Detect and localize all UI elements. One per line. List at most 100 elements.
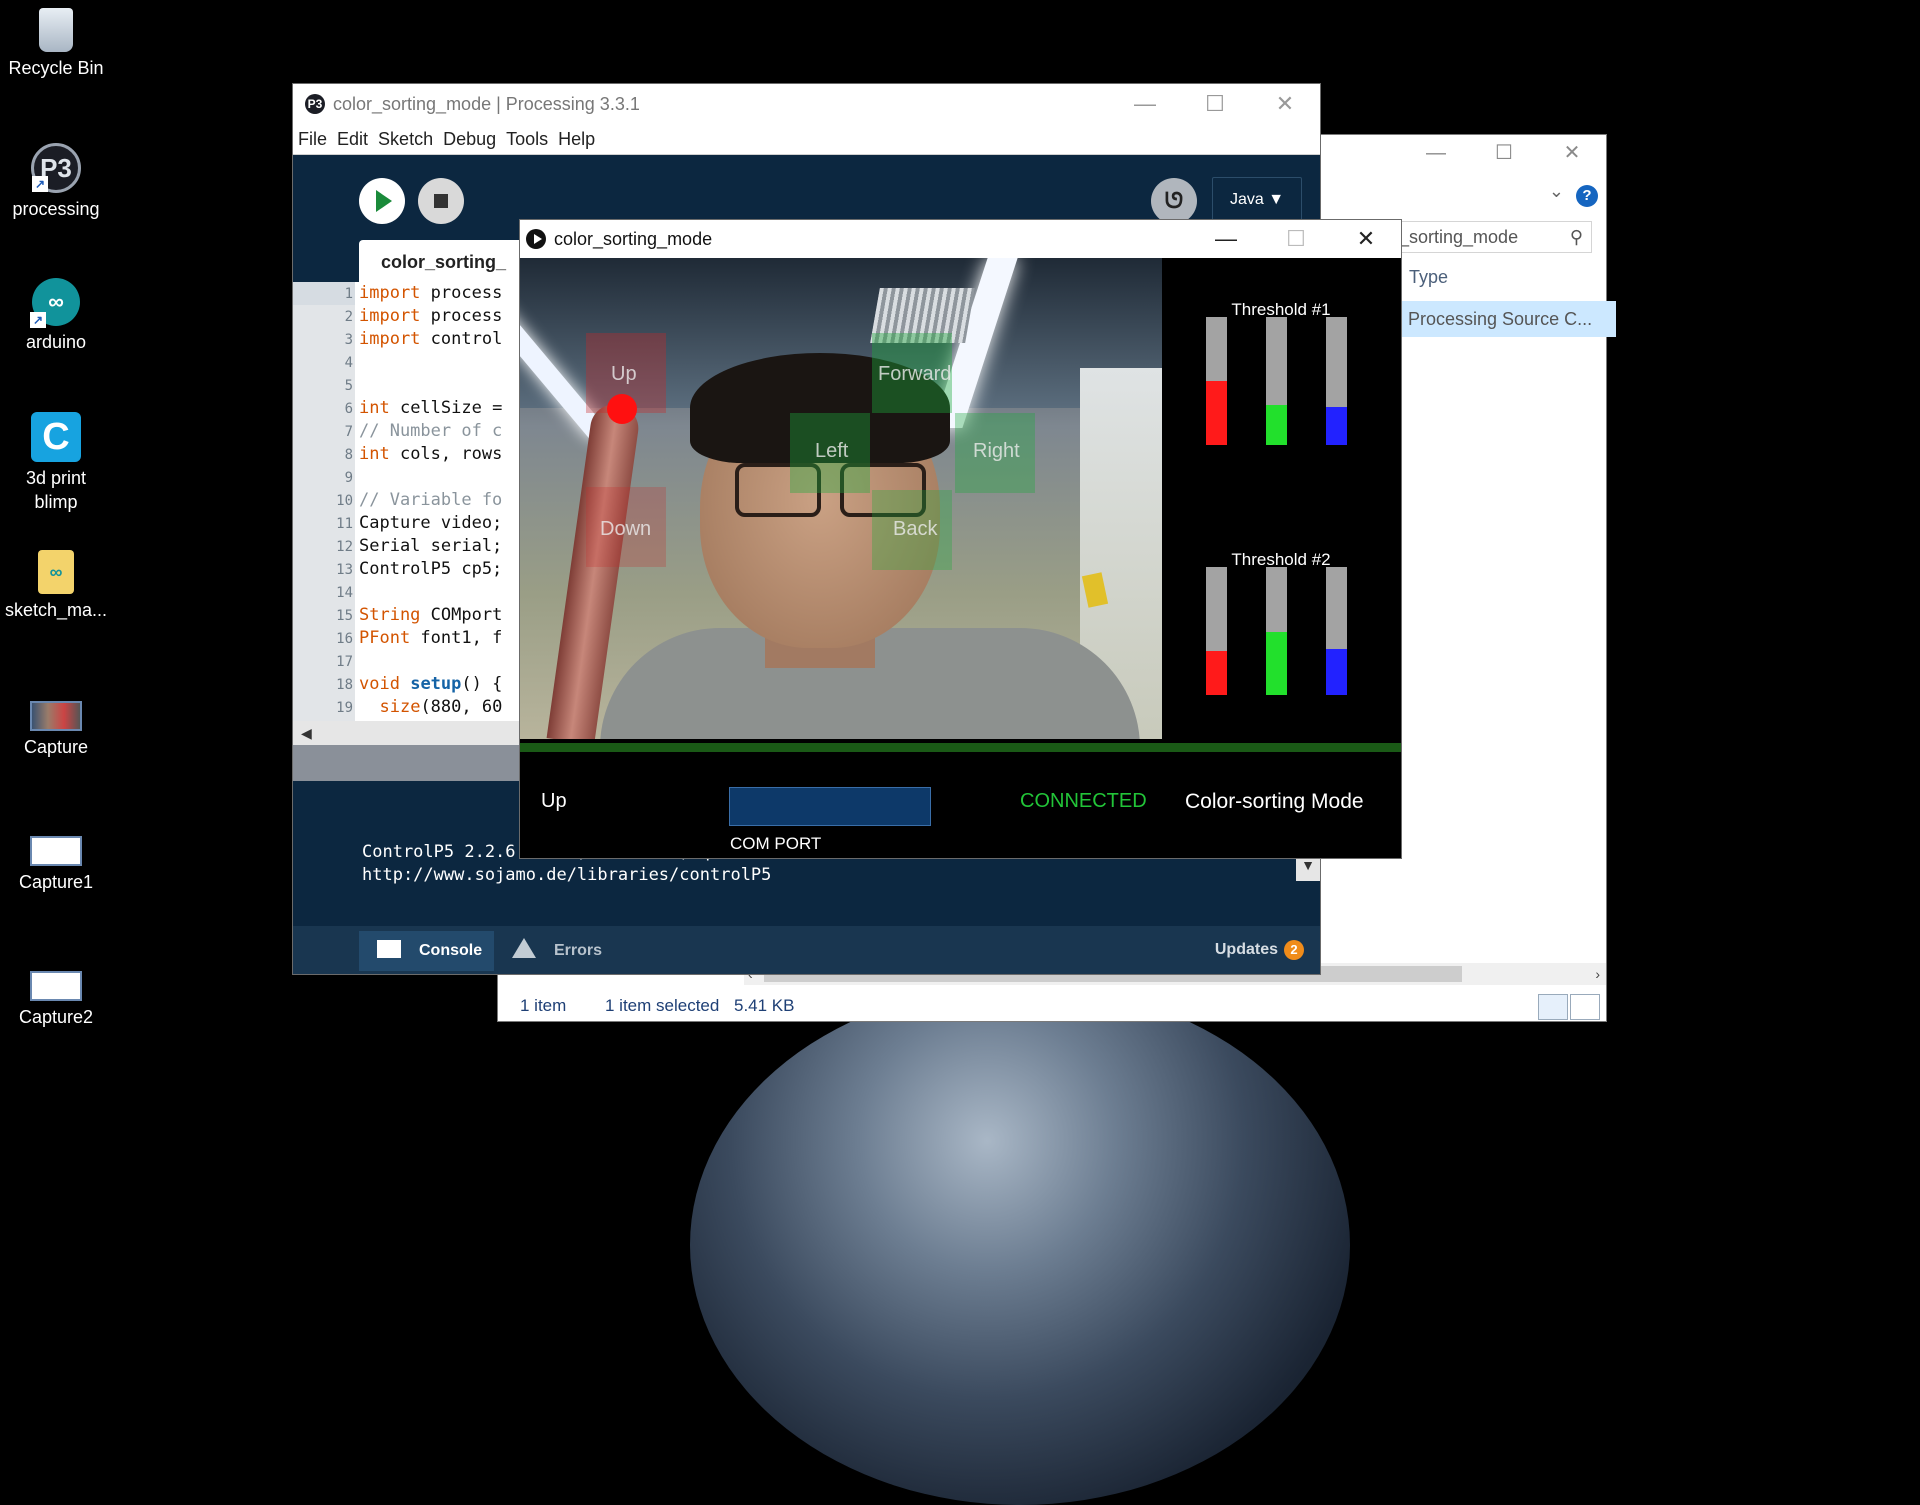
slider-fill xyxy=(1206,381,1227,445)
processing-icon: P3 ↗ xyxy=(31,143,81,193)
code-token: void xyxy=(359,674,400,694)
code-line[interactable]: 17 xyxy=(293,650,359,673)
sketch-tab[interactable]: color_sorting_ xyxy=(359,240,534,282)
code-text: Serial serial; xyxy=(353,536,502,556)
code-line[interactable]: 11 Capture video; xyxy=(293,512,502,535)
maximize-button[interactable]: ☐ xyxy=(1470,135,1538,171)
chevron-down-icon[interactable]: ⌄ xyxy=(1549,181,1564,202)
large-icons-view-icon[interactable] xyxy=(1570,994,1600,1020)
terminal-icon xyxy=(377,940,401,958)
run-button[interactable] xyxy=(359,178,405,224)
code-line[interactable]: 5 xyxy=(293,374,359,397)
desktop-icon-3d-print-blimp[interactable]: C 3d print blimp xyxy=(0,412,112,514)
console-tab[interactable]: Console xyxy=(359,931,494,971)
com-port-input[interactable] xyxy=(729,787,931,826)
code-token: // Variable fo xyxy=(359,490,503,510)
code-line[interactable]: 4 xyxy=(293,351,359,374)
code-line[interactable]: 8 int cols, rows xyxy=(293,443,503,466)
threshold-1-green-slider[interactable] xyxy=(1266,317,1287,445)
scroll-right-icon[interactable]: › xyxy=(1595,963,1600,985)
search-input[interactable]: _sorting_mode ⚲ xyxy=(1398,221,1592,253)
close-button[interactable]: ✕ xyxy=(1538,135,1606,171)
help-icon[interactable]: ? xyxy=(1576,185,1598,207)
desktop-icon-recycle-bin[interactable]: Recycle Bin xyxy=(0,8,112,80)
code-line[interactable]: 2 import process xyxy=(293,305,503,328)
threshold-1-red-slider[interactable] xyxy=(1206,317,1227,445)
item-count: 1 item xyxy=(520,996,567,1015)
menu-bar: File Edit Sketch Debug Tools Help xyxy=(293,124,1320,155)
scroll-left-icon[interactable]: ◀ xyxy=(301,721,312,745)
threshold-2-blue-slider[interactable] xyxy=(1326,567,1347,695)
threshold-2-green-slider[interactable] xyxy=(1266,567,1287,695)
menu-file[interactable]: File xyxy=(293,124,332,154)
file-row-type[interactable]: Processing Source C... xyxy=(1398,301,1616,337)
code-line[interactable]: 14 xyxy=(293,581,359,604)
minimize-button[interactable]: — xyxy=(1402,135,1470,171)
maximize-button[interactable]: ☐ xyxy=(1180,84,1250,124)
code-line[interactable]: 16 PFont font1, f xyxy=(293,627,502,650)
shortcut-arrow-icon: ↗ xyxy=(32,176,48,192)
code-line[interactable]: 18 void setup() { xyxy=(293,673,502,696)
image-file-icon xyxy=(30,701,82,731)
sketch-window: color_sorting_mode — ☐ ✕ Up Forward Left… xyxy=(519,219,1402,859)
desktop-icon-capture1[interactable]: Capture1 xyxy=(0,820,112,894)
mode-selector[interactable]: Java ▼ xyxy=(1212,177,1302,223)
code-token: cols, rows xyxy=(389,444,503,464)
menu-edit[interactable]: Edit xyxy=(332,124,373,154)
threshold-2-red-slider[interactable] xyxy=(1206,567,1227,695)
code-line[interactable]: 19 size(880, 60 xyxy=(293,696,502,719)
slider-fill xyxy=(1326,407,1347,445)
selected-count: 1 item selected xyxy=(605,996,720,1015)
console-tab-label: Console xyxy=(419,942,483,959)
code-line[interactable]: 7 // Number of c xyxy=(293,420,503,443)
desktop-icon-sketch[interactable]: ∞ sketch_ma... xyxy=(0,550,112,622)
code-line[interactable]: 6 int cellSize = xyxy=(293,397,503,420)
line-number: 3 xyxy=(344,332,353,348)
minimize-button[interactable]: — xyxy=(1110,84,1180,124)
close-button[interactable]: ✕ xyxy=(1331,220,1401,258)
close-button[interactable]: ✕ xyxy=(1250,84,1320,124)
creality-icon: C xyxy=(31,412,81,462)
errors-tab-label: Errors xyxy=(554,942,603,959)
minimize-button[interactable]: — xyxy=(1191,220,1261,258)
desktop-icon-capture[interactable]: Capture xyxy=(0,685,112,759)
code-line[interactable]: 15 String COMport xyxy=(293,604,502,627)
code-text: int cols, rows xyxy=(353,444,502,464)
desktop-icon-capture2[interactable]: Capture2 xyxy=(0,955,112,1029)
details-view-icon[interactable] xyxy=(1538,994,1568,1020)
code-token: int xyxy=(359,444,390,464)
code-line[interactable]: 1 import process xyxy=(293,282,503,305)
code-line[interactable]: 13 ControlP5 cp5; xyxy=(293,558,502,581)
sketch-info-panel: Up COM PORT CONNECTED Color-sorting Mode xyxy=(520,752,1401,858)
code-line[interactable]: 9 xyxy=(293,466,359,489)
column-header-type[interactable]: Type xyxy=(1398,259,1617,295)
code-line[interactable]: 10 // Variable fo xyxy=(293,489,502,512)
desktop-icon-processing[interactable]: P3 ↗ processing xyxy=(0,143,112,221)
menu-debug[interactable]: Debug xyxy=(438,124,501,154)
code-token: import xyxy=(359,283,421,303)
code-line[interactable]: 3 import control xyxy=(293,328,503,351)
menu-help[interactable]: Help xyxy=(553,124,600,154)
errors-tab[interactable]: Errors xyxy=(494,931,624,971)
code-text: // Number of c xyxy=(353,421,502,441)
slider-fill xyxy=(1326,649,1347,695)
scroll-down-icon[interactable]: ▼ xyxy=(1296,857,1320,873)
stop-button[interactable] xyxy=(418,178,464,224)
code-token: import xyxy=(359,306,421,326)
updates-button[interactable]: Updates 2 xyxy=(1215,926,1304,974)
threshold-1-blue-slider[interactable] xyxy=(1326,317,1347,445)
code-token: PFont xyxy=(359,628,411,648)
code-token: COMport xyxy=(420,605,503,625)
sketch-canvas[interactable]: Up Forward Left Right Down Back Threshol… xyxy=(520,258,1401,858)
zone-label-left: Left xyxy=(815,440,849,462)
code-token: // Number of c xyxy=(359,421,503,441)
processing-icon: P3 xyxy=(305,94,325,114)
menu-tools[interactable]: Tools xyxy=(501,124,553,154)
code-line[interactable]: 12 Serial serial; xyxy=(293,535,502,558)
desktop-icon-arduino[interactable]: ∞ ↗ arduino xyxy=(0,278,112,354)
debugger-icon[interactable]: ᘎ xyxy=(1151,178,1197,224)
menu-sketch[interactable]: Sketch xyxy=(373,124,438,154)
line-number: 7 xyxy=(344,424,353,440)
